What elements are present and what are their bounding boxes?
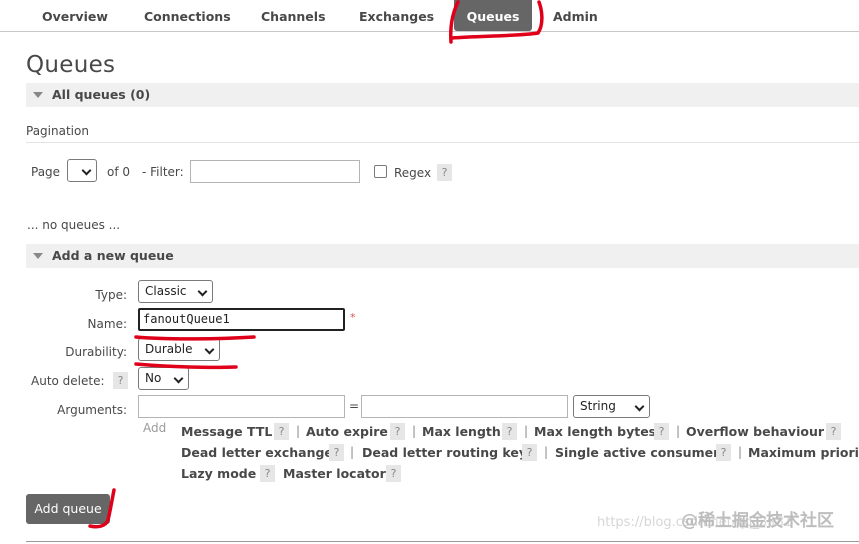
name-input[interactable]: fanoutQueue1: [138, 308, 345, 331]
chevron-down-icon: [634, 401, 645, 412]
arg-link-overflow-behaviour[interactable]: Overflow behaviour: [686, 424, 824, 439]
nav-tab-overview[interactable]: Overview: [30, 0, 120, 31]
collapse-triangle-icon: [33, 253, 43, 259]
separator: |: [738, 445, 743, 459]
arg-link-max-length-bytes[interactable]: Max length bytes: [534, 424, 656, 439]
separator: |: [412, 424, 417, 438]
chevron-down-icon: [197, 286, 208, 297]
auto-delete-label: Auto delete:: [31, 374, 105, 388]
page-select[interactable]: [67, 159, 97, 182]
help-icon[interactable]: ?: [826, 423, 841, 440]
argument-key-input[interactable]: [138, 395, 345, 418]
regex-checkbox[interactable]: [374, 165, 387, 178]
arg-link-dead-letter-exchange[interactable]: Dead letter exchange: [181, 445, 333, 460]
regex-label: Regex: [394, 166, 432, 180]
help-icon[interactable]: ?: [502, 423, 517, 440]
auto-delete-help-icon[interactable]: ?: [113, 372, 128, 389]
arg-link-maximum-priority[interactable]: Maximum priority: [748, 445, 859, 460]
auto-delete-select[interactable]: No: [138, 367, 189, 390]
page-label: Page: [31, 165, 61, 179]
divider: [26, 142, 859, 143]
chevron-down-icon: [173, 373, 184, 384]
add-argument-link[interactable]: Add: [143, 421, 166, 435]
argument-type-select[interactable]: String: [573, 395, 650, 418]
help-icon[interactable]: ?: [716, 444, 731, 461]
separator: |: [296, 424, 301, 438]
arg-link-message-ttl[interactable]: Message TTL: [181, 424, 272, 439]
collapse-triangle-icon: [33, 92, 43, 98]
arg-link-dead-letter-routing-key[interactable]: Dead letter routing key: [362, 445, 527, 460]
chevron-down-icon: [81, 165, 92, 176]
durability-select[interactable]: Durable: [138, 338, 220, 361]
nav-tab-admin[interactable]: Admin: [541, 0, 610, 31]
separator: |: [350, 445, 355, 459]
argument-type-value: String: [580, 399, 616, 413]
required-mark: *: [350, 311, 356, 324]
type-label: Type:: [95, 288, 127, 302]
arg-link-single-active-consumer[interactable]: Single active consumer: [555, 445, 719, 460]
filter-input[interactable]: [190, 160, 360, 183]
regex-help-icon[interactable]: ?: [437, 164, 452, 181]
auto-delete-select-value: No: [145, 371, 162, 385]
page-count: of 0: [107, 165, 131, 179]
nav-tab-connections[interactable]: Connections: [132, 0, 243, 31]
arg-link-lazy-mode[interactable]: Lazy mode: [181, 466, 256, 481]
all-queues-label: All queues (0): [52, 87, 151, 102]
help-icon[interactable]: ?: [522, 444, 537, 461]
add-queue-label: Add a new queue: [52, 248, 174, 263]
durability-select-value: Durable: [145, 342, 193, 356]
help-icon[interactable]: ?: [390, 423, 405, 440]
all-queues-header[interactable]: All queues (0): [26, 83, 859, 107]
add-queue-header[interactable]: Add a new queue: [26, 244, 859, 268]
arg-link-master-locator[interactable]: Master locator: [283, 466, 386, 481]
nav-tab-channels[interactable]: Channels: [249, 0, 338, 31]
arg-link-max-length[interactable]: Max length: [422, 424, 501, 439]
type-select-value: Classic: [145, 284, 187, 298]
top-nav: Overview Connections Channels Exchanges …: [0, 0, 859, 32]
arg-link-auto-expire[interactable]: Auto expire: [306, 424, 388, 439]
pagination-label: Pagination: [26, 124, 89, 138]
nav-tab-exchanges[interactable]: Exchanges: [347, 0, 446, 31]
nav-tab-queues[interactable]: Queues: [454, 0, 532, 31]
help-icon[interactable]: ?: [386, 465, 401, 482]
name-input-value: fanoutQueue1: [143, 312, 230, 326]
separator: |: [544, 445, 549, 459]
name-label: Name:: [87, 317, 127, 331]
argument-equals: =: [349, 399, 360, 413]
separator: |: [524, 424, 529, 438]
help-icon[interactable]: ?: [654, 423, 669, 440]
help-icon[interactable]: ?: [260, 465, 275, 482]
watermark-text: @稀土掘金技术社区: [681, 511, 834, 531]
page-title: Queues: [26, 52, 116, 78]
divider: [26, 541, 859, 542]
add-queue-button[interactable]: Add queue: [26, 494, 110, 524]
arguments-label: Arguments:: [57, 403, 127, 417]
argument-value-input[interactable]: [361, 395, 568, 418]
help-icon[interactable]: ?: [274, 423, 289, 440]
chevron-down-icon: [204, 344, 215, 355]
separator: |: [676, 424, 681, 438]
type-select[interactable]: Classic: [138, 280, 213, 303]
durability-label: Durability:: [65, 345, 127, 359]
help-icon[interactable]: ?: [329, 444, 344, 461]
no-queues-message: ... no queues ...: [27, 218, 121, 232]
filter-label: - Filter:: [142, 165, 184, 179]
